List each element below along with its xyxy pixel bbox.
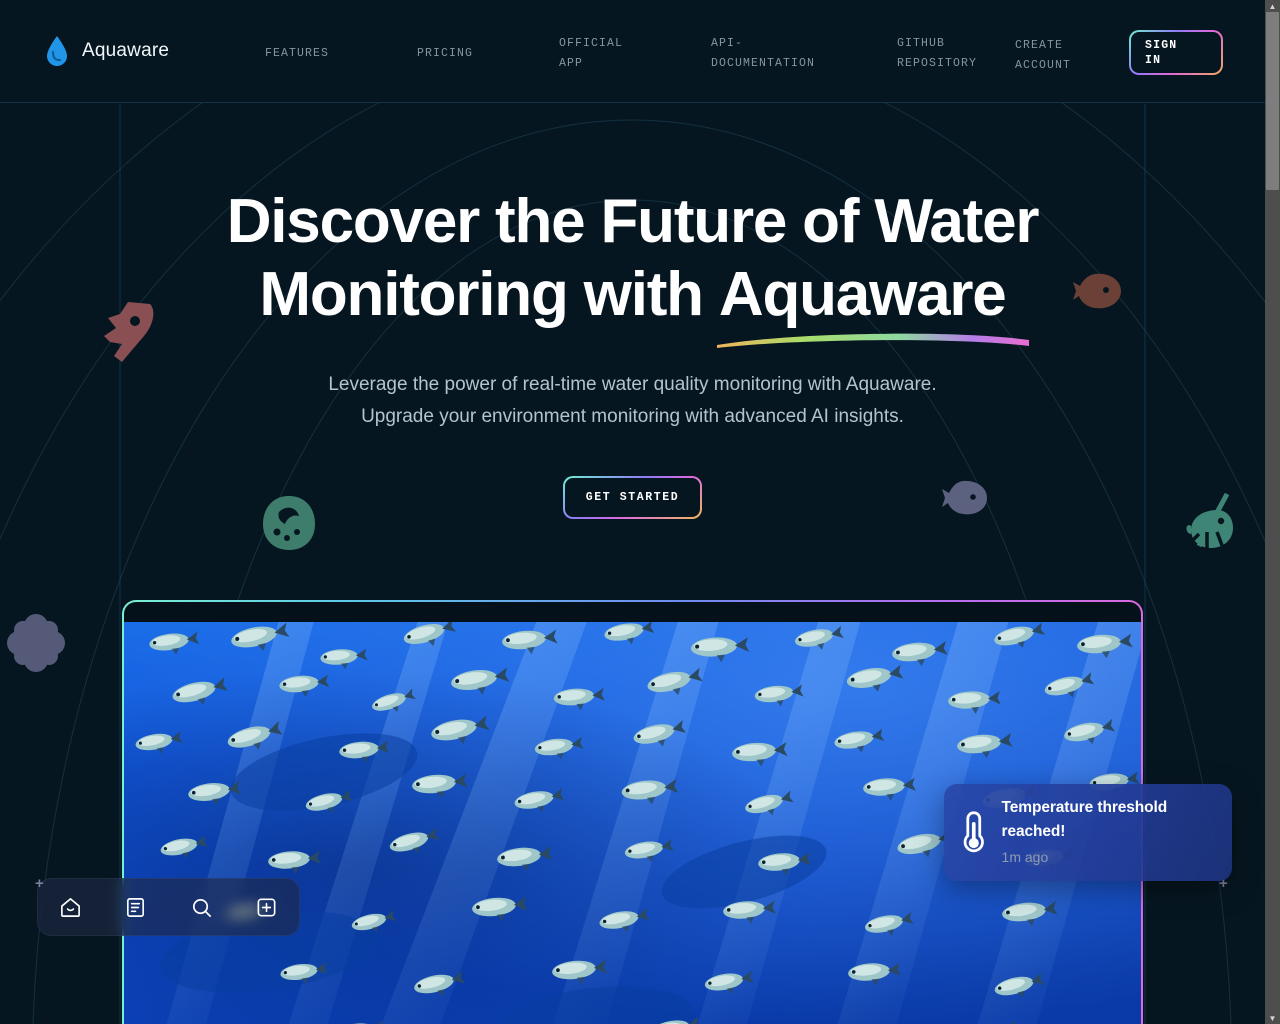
- hero-title-line1: Discover the Future of Water: [226, 187, 1040, 256]
- document-icon: [127, 897, 145, 917]
- page-root: Aquaware FEATURES PRICING OFFICIAL APP A…: [0, 0, 1265, 1024]
- hero-section: Discover the Future of Water Monitoring …: [0, 103, 1265, 519]
- search-icon: [192, 898, 211, 917]
- get-started-label: GET STARTED: [585, 491, 680, 504]
- hero-subtitle-line1: Leverage the power of real-time water qu…: [328, 374, 937, 395]
- hero-subtitle-line2: Upgrade your environment monitoring with…: [361, 406, 904, 427]
- main-navigation: FEATURES PRICING OFFICIAL APP API- DOCUM…: [0, 0, 1265, 102]
- add-square-icon: [257, 898, 276, 916]
- page-scrollbar[interactable]: ▲ ▼: [1265, 0, 1280, 1024]
- sign-in-label: SIGN IN: [1145, 38, 1178, 67]
- notification-title: Temperature threshold reached!: [1001, 799, 1168, 840]
- thermometer-icon: [963, 810, 984, 852]
- nav-create-account[interactable]: CREATE ACCOUNT: [1015, 36, 1071, 76]
- site-header: Aquaware FEATURES PRICING OFFICIAL APP A…: [0, 0, 1265, 103]
- nav-api-documentation[interactable]: API- DOCUMENTATION: [711, 34, 815, 74]
- toolbar-search-button[interactable]: [184, 890, 218, 924]
- notification-card[interactable]: Temperature threshold reached! 1m ago: [944, 784, 1232, 881]
- scrollbar-up-arrow[interactable]: ▲: [1265, 0, 1280, 12]
- notification-time: 1m ago: [1001, 849, 1049, 865]
- home-icon: [61, 897, 81, 917]
- hero-title-highlight-wrapper: Aquaware: [716, 258, 1029, 348]
- hero-title: Discover the Future of Water Monitoring …: [0, 185, 1265, 348]
- scrollbar-down-arrow[interactable]: ▼: [1265, 1012, 1280, 1024]
- flower-shape-icon: [7, 614, 65, 672]
- get-started-button[interactable]: GET STARTED: [563, 476, 702, 519]
- toolbar-add-button[interactable]: [249, 890, 283, 924]
- scrollbar-thumb[interactable]: [1266, 12, 1279, 190]
- gradient-underline-swoosh: [716, 333, 1029, 348]
- floating-toolbar: [37, 878, 300, 936]
- nav-pricing[interactable]: PRICING: [417, 44, 473, 64]
- toolbar-document-button[interactable]: [119, 890, 153, 924]
- toolbar-home-button[interactable]: [54, 890, 88, 924]
- hero-title-line2-prefix: Monitoring with: [259, 260, 719, 329]
- sign-in-button[interactable]: SIGN IN: [1129, 30, 1223, 75]
- hero-subtitle: Leverage the power of real-time water qu…: [0, 369, 1265, 433]
- nav-features[interactable]: FEATURES: [265, 44, 329, 64]
- toolbar-corner-marker-left: +: [35, 875, 44, 892]
- hero-title-highlight: Aquaware: [718, 260, 1007, 329]
- nav-github-repository[interactable]: GITHUB REPOSITORY: [897, 34, 977, 74]
- nav-official-app[interactable]: OFFICIAL APP: [559, 34, 623, 74]
